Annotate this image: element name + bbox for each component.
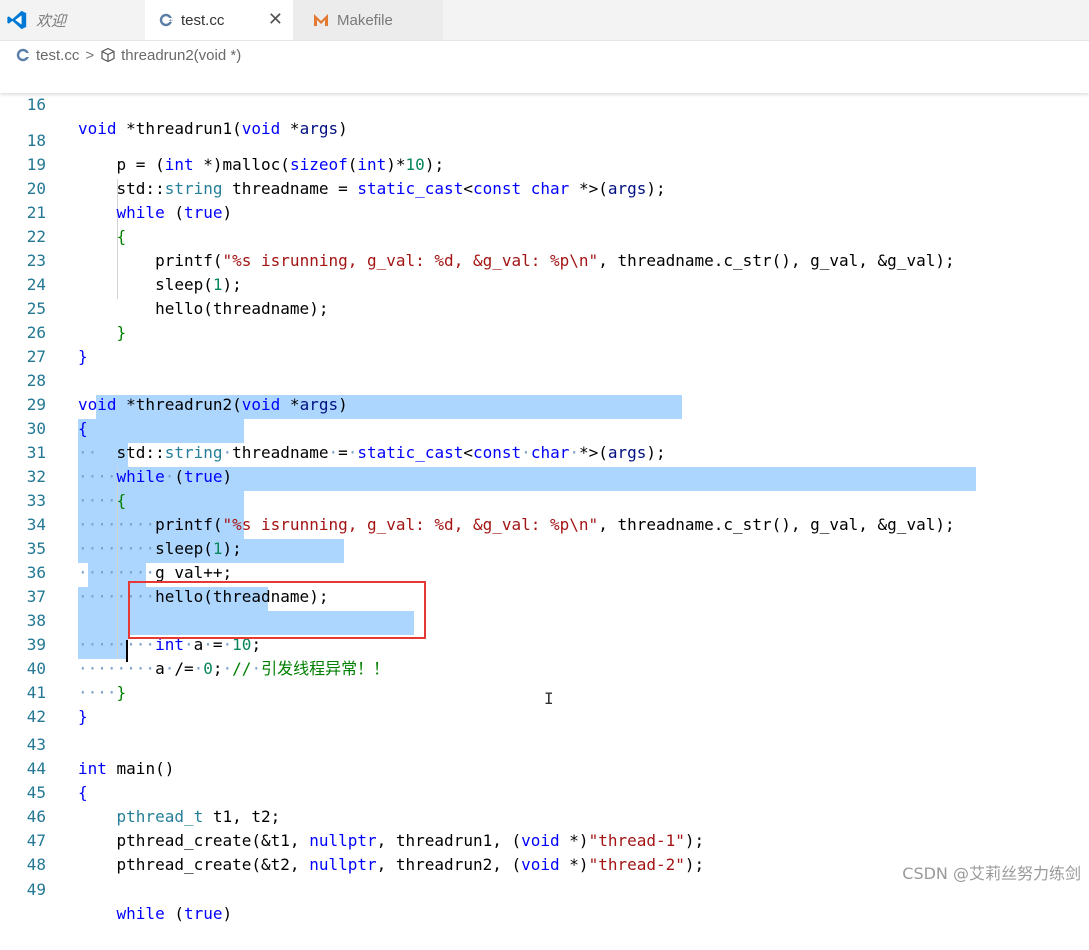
code-text: while (true) [116, 904, 233, 923]
code-line: 36 ········hello(threadname); [0, 537, 1089, 606]
close-icon[interactable]: ✕ [268, 9, 283, 30]
tab-test-cc-label: test.cc [181, 11, 225, 29]
makefile-icon [314, 14, 328, 26]
mouse-ibeam-icon: I [544, 689, 554, 708]
tab-test-cc[interactable]: + test.cc ✕ [145, 0, 293, 40]
code-line: 30 ·· std::string·threadname·=·static_ca… [0, 393, 1089, 462]
chevron-right-icon: > [85, 46, 95, 64]
code-line: 23 sleep(1); [0, 225, 1089, 294]
tab-bar: 欢迎 + test.cc ✕ Makefile [0, 0, 1089, 41]
cpp-file-icon [16, 48, 30, 62]
code-line: 35 ········g_val++; [0, 513, 1089, 582]
tab-makefile[interactable]: Makefile [293, 0, 443, 40]
code-line: 47 pthread_create(&t2, nullptr, threadru… [0, 805, 1089, 874]
breadcrumb-file[interactable]: test.cc [36, 47, 79, 64]
svg-text:+: + [168, 18, 173, 25]
code-line: 31 ····while·(true) [0, 417, 1089, 486]
code-line: 20 while (true) [0, 153, 1089, 222]
line-number: 49 [26, 880, 46, 899]
code-line: 32 ····{ [0, 441, 1089, 510]
code-line: 33 ········printf("%s isrunning, g_val: … [0, 465, 1089, 534]
code-line: 44 { [0, 733, 1089, 802]
method-cube-icon [101, 47, 115, 63]
code-line: 22 printf("%s isrunning, g_val: %d, &g_v… [0, 201, 1089, 270]
code-line: 46 pthread_create(&t1, nullptr, threadru… [0, 781, 1089, 850]
code-line: 45 pthread_t t1, t2; [0, 757, 1089, 826]
text-cursor [126, 640, 128, 662]
line-number: 16 [26, 95, 46, 114]
code-line: 27 [0, 321, 1089, 366]
code-editor[interactable]: 18 p = (int *)malloc(sizeof(int)*10); 19… [0, 69, 1089, 923]
code-line: 34 ········sleep(1); [0, 489, 1089, 558]
watermark: CSDN @艾莉丝努力练剑 [902, 864, 1081, 883]
code-line: 29 { [0, 369, 1089, 438]
sticky-scroll-header[interactable]: 16 void *threadrun1(void *args) [0, 69, 1089, 138]
breadcrumb: test.cc > threadrun2(void *) [0, 41, 1089, 69]
vscode-logo-icon [7, 10, 27, 30]
tab-welcome-label: 欢迎 [36, 12, 67, 30]
code-text: void *threadrun1(void *args) [78, 119, 348, 138]
code-line: 28 void *threadrun2(void *args) [0, 345, 1089, 414]
code-line: 25 } [0, 273, 1089, 342]
highlight-box [128, 581, 426, 639]
cpp-file-icon: + [159, 13, 173, 27]
code-line: 21 { [0, 177, 1089, 246]
code-line: 24 hello(threadname); [0, 249, 1089, 318]
tab-makefile-label: Makefile [337, 11, 393, 29]
code-line: 48 [0, 829, 1089, 874]
code-line: 43 int main() [0, 709, 1089, 778]
code-line: 26 } [0, 297, 1089, 366]
code-line: 16 void *threadrun1(void *args) [0, 69, 1089, 138]
breadcrumb-symbol[interactable]: threadrun2(void *) [121, 47, 241, 64]
code-line: 41 } [0, 657, 1089, 726]
tab-welcome[interactable]: 欢迎 [0, 0, 145, 40]
